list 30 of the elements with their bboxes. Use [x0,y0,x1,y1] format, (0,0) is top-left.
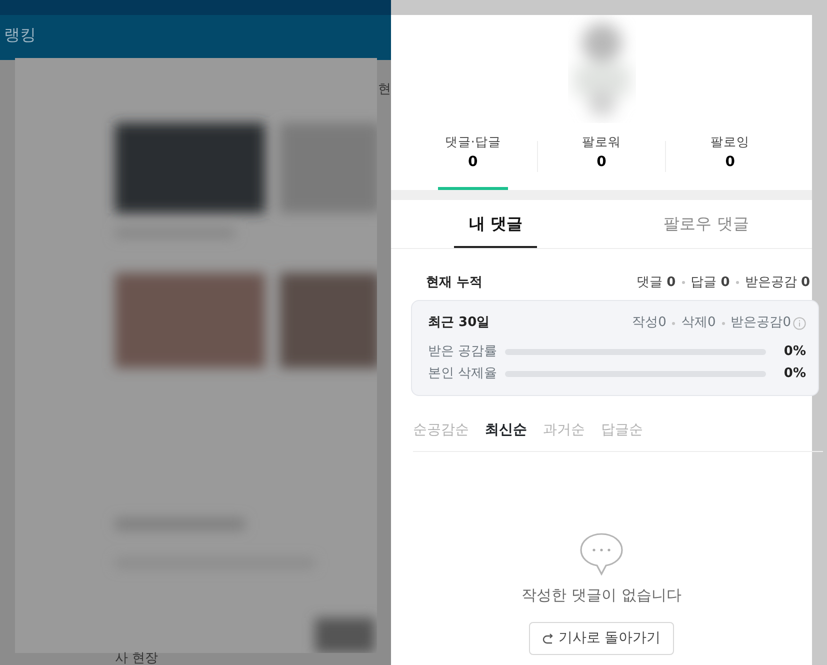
separator-dot [672,322,676,324]
background-text: 현 [378,81,391,99]
separator-dot [722,322,725,324]
stat-count: 댓글 0 [636,274,676,292]
header-title: 랭킹 [4,25,36,44]
comment-icon [579,532,624,576]
stat-count: 삭제0 [681,314,716,332]
sort-option[interactable]: 최신순 [485,420,527,441]
bar-label: 받은 공감률 [428,343,498,361]
percent-value: 0% [784,343,806,361]
back-to-article-button[interactable]: 기사로 돌아가기 [529,622,674,656]
tab[interactable]: 내 댓글 [454,200,538,248]
section-title: 현재 누적 [426,274,483,292]
tab[interactable]: 팔로우 댓글 [664,200,749,246]
return-arrow-icon [542,632,554,645]
stat-count: 작성 0 [632,314,666,332]
percent-value: 0% [784,365,806,383]
stat-count: 받은공감 0 [744,274,810,292]
stat-tab[interactable]: 댓글·답글 0 [409,133,537,190]
separator-dot [736,281,739,284]
info-icon[interactable] [793,316,806,330]
stat-tab[interactable]: 팔로잉 0 [666,133,794,190]
stat-count: 답글 0 [690,274,730,292]
bar-label: 본인 삭제율 [428,365,498,383]
separator-dot [682,281,685,284]
background-text: 사 현장 [115,650,158,665]
stat-count: 받은공감0 [730,314,791,332]
section-title: 최근 30일 [428,314,490,332]
empty-message: 작성한 댓글이 없습니다 [522,584,682,606]
stat-tab[interactable]: 팔로워 0 [538,133,666,190]
